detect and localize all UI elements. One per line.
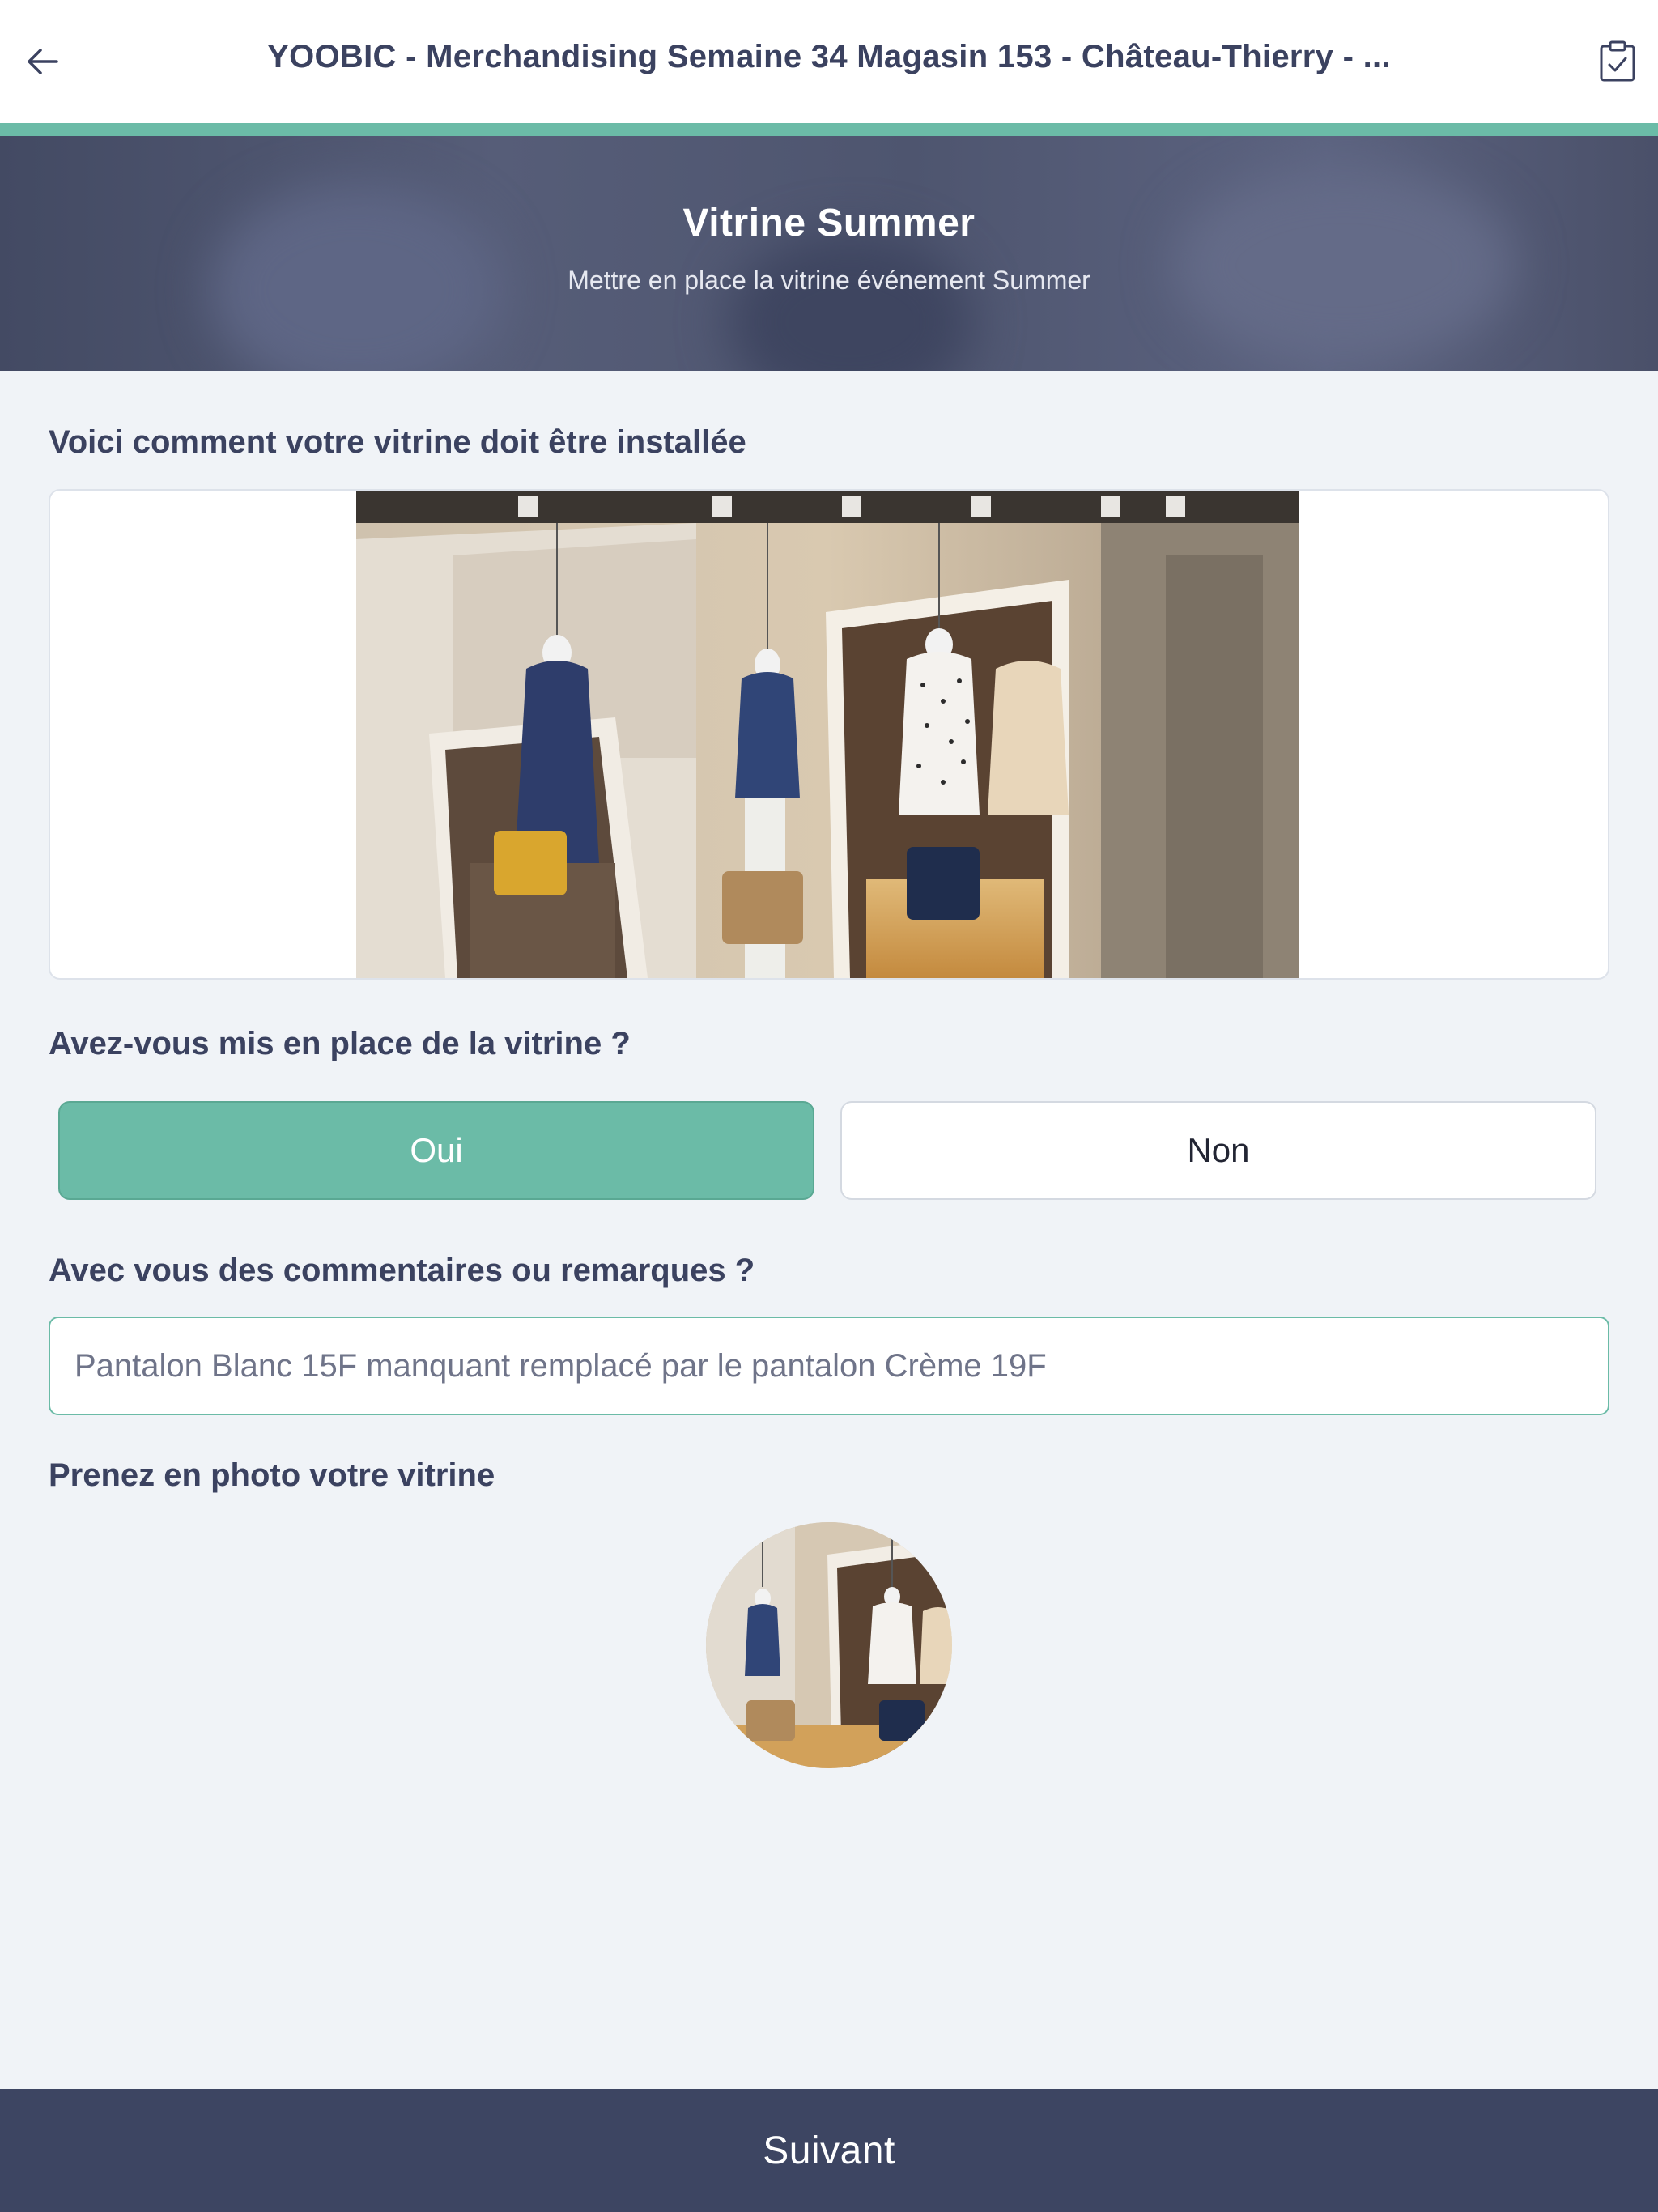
checklist-button[interactable] [1593, 36, 1642, 87]
no-button[interactable]: Non [840, 1101, 1596, 1200]
progress-bar [0, 123, 1658, 136]
arrow-left-icon [28, 49, 58, 74]
photo-thumbnail[interactable] [706, 1522, 952, 1768]
clipboard-check-icon [1600, 40, 1635, 82]
shop-window-image [356, 491, 1299, 978]
back-button[interactable] [19, 36, 65, 87]
progress-bar-fill [0, 123, 1658, 136]
question-label: Avez-vous mis en place de la vitrine ? [49, 1026, 631, 1061]
next-button-label: Suivant [763, 2129, 895, 2172]
photo-label: Prenez en photo votre vitrine [49, 1457, 495, 1493]
reference-image-frame[interactable] [49, 489, 1609, 980]
yes-button[interactable]: Oui [58, 1101, 814, 1200]
page-title: YOOBIC - Merchandising Semaine 34 Magasi… [267, 39, 1391, 74]
section-title: Vitrine Summer [682, 202, 976, 245]
next-button[interactable]: Suivant [0, 2089, 1658, 2212]
comment-label: Avec vous des commentaires ou remarques … [49, 1253, 755, 1288]
hero-banner: Vitrine Summer Mettre en place la vitrin… [0, 136, 1658, 371]
reference-image-label: Voici comment votre vitrine doit être in… [49, 424, 746, 460]
top-bar: YOOBIC - Merchandising Semaine 34 Magasi… [0, 0, 1658, 123]
comment-input[interactable] [49, 1317, 1609, 1415]
captured-photo-image [706, 1522, 952, 1768]
section-subtitle: Mettre en place la vitrine événement Sum… [568, 266, 1090, 295]
